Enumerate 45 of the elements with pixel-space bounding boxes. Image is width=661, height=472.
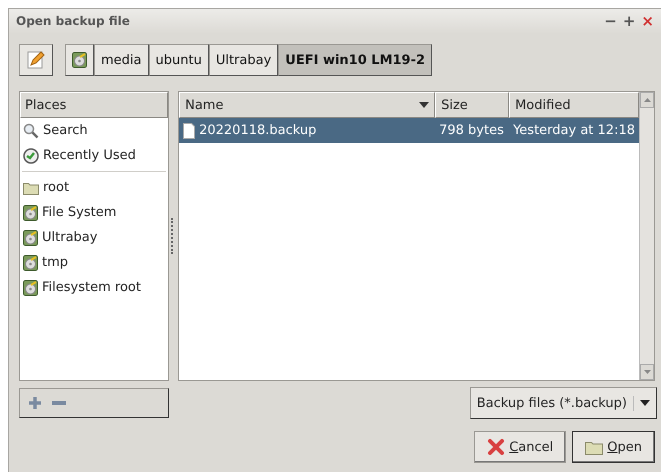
place-item[interactable]: Ultrabay	[20, 225, 168, 250]
pencil-icon	[26, 50, 46, 70]
place-item[interactable]: tmp	[20, 250, 168, 275]
minimize-button[interactable]: −	[601, 12, 620, 30]
add-icon[interactable]	[28, 396, 42, 410]
sort-icon	[419, 102, 430, 108]
place-item[interactable]: Filesystem root	[20, 275, 168, 300]
pane-grip[interactable]	[171, 218, 176, 254]
search-icon	[23, 122, 39, 138]
edit-location-button[interactable]	[19, 44, 53, 76]
close-icon	[487, 438, 506, 456]
drive-icon	[23, 204, 38, 220]
column-header[interactable]: Name	[179, 92, 436, 118]
place-item[interactable]: Recently Used	[20, 143, 168, 168]
place-item[interactable]: root	[20, 175, 168, 200]
file-row[interactable]: 20220118.backup 798 bytes Yesterday at 12:18	[179, 118, 639, 143]
path-button[interactable]: UEFI win10 LM19-2	[278, 44, 432, 76]
file-name: 20220118.backup	[199, 123, 316, 138]
up-arrow-icon	[644, 98, 650, 102]
folder-icon	[23, 180, 39, 194]
file-modified: Yesterday at 12:18	[512, 123, 636, 138]
drive-icon	[23, 230, 38, 246]
column-header[interactable]: Size	[435, 92, 510, 118]
maximize-button[interactable]: +	[620, 12, 638, 30]
folder-icon	[585, 440, 604, 454]
path-root-button[interactable]	[65, 44, 94, 76]
close-button[interactable]: ×	[638, 12, 657, 30]
filter-dropdown[interactable]: Backup files (*.backup)	[470, 387, 657, 419]
drive-icon	[23, 254, 38, 270]
path-button[interactable]: media	[94, 44, 148, 76]
scrollbar[interactable]	[639, 92, 654, 380]
file-icon	[183, 122, 196, 138]
down-arrow-icon	[644, 370, 650, 374]
places-heading: Places	[20, 92, 168, 118]
drive-icon	[23, 280, 38, 296]
place-item[interactable]: Search	[20, 118, 168, 143]
place-item[interactable]: File System	[20, 200, 168, 225]
file-size: 798 bytes	[438, 123, 505, 138]
path-button[interactable]: Ultrabay	[208, 44, 278, 76]
column-header[interactable]: Modified	[509, 92, 639, 118]
open-button[interactable]: Open	[572, 431, 655, 463]
drive-icon	[72, 52, 87, 68]
cancel-button[interactable]: Cancel	[474, 431, 566, 463]
path-button[interactable]: ubuntu	[148, 44, 209, 76]
window-title: Open backup file	[16, 14, 130, 28]
